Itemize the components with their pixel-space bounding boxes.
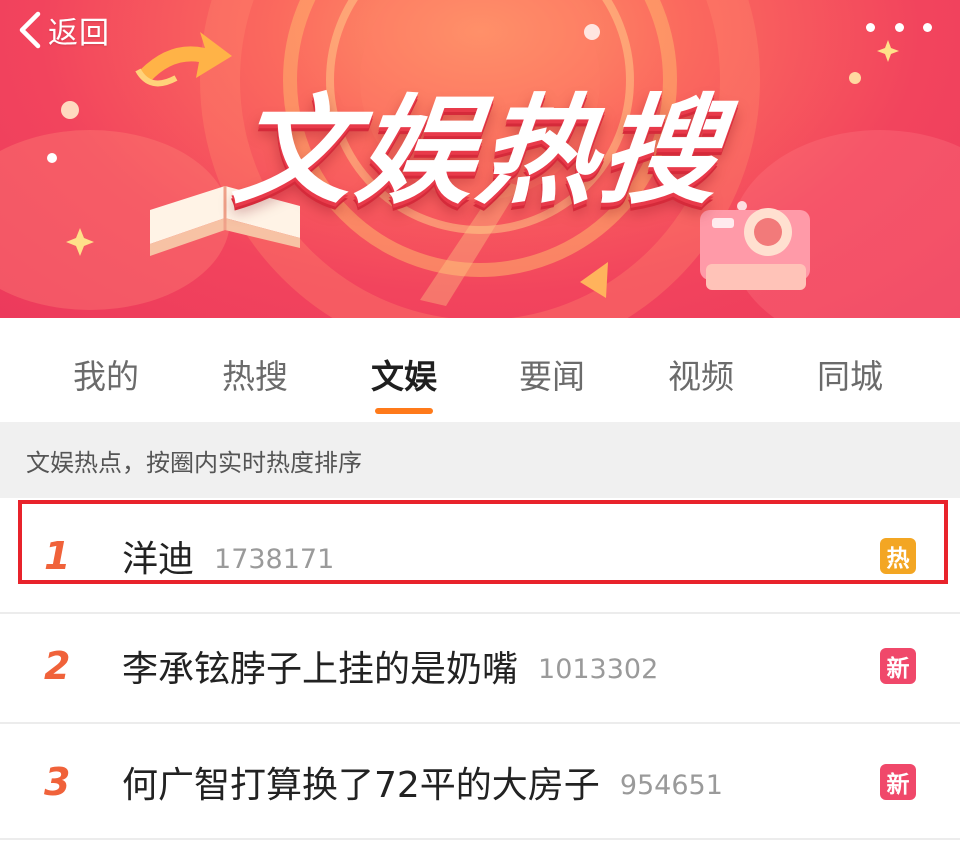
tab-hot-search[interactable]: 热搜 (195, 350, 315, 396)
tab-local[interactable]: 同城 (790, 350, 910, 396)
divider (0, 838, 960, 840)
heat-count: 1738171 (214, 544, 335, 575)
rank-number: 3 (44, 760, 71, 804)
more-dot (923, 22, 932, 32)
active-tab-indicator (375, 408, 433, 414)
more-dot (866, 22, 875, 32)
list-item[interactable]: 2 李承铉脖子上挂的是奶嘴 1013302 新 (0, 608, 960, 724)
list-item[interactable]: 3 何广智打算换了72平的大房子 954651 新 (0, 724, 960, 840)
list-description: 文娱热点，按圈内实时热度排序 (0, 422, 960, 498)
topic-title: 洋迪 (122, 539, 195, 580)
category-tabs: 我的 热搜 文娱 要闻 视频 同城 (0, 318, 960, 422)
banner: 返回 文娱热搜 (0, 0, 960, 318)
more-dots-icon[interactable] (866, 12, 932, 42)
heat-count: 1013302 (538, 654, 659, 685)
tab-mine[interactable]: 我的 (46, 350, 166, 396)
new-badge: 新 (880, 764, 916, 800)
topic-title: 李承铉脖子上挂的是奶嘴 (122, 649, 519, 690)
list-item[interactable]: 1 洋迪 1738171 热 (0, 498, 960, 614)
rank-number: 1 (44, 534, 71, 578)
topic-title-wrap: 何广智打算换了72平的大房子 954651 (122, 756, 723, 808)
rank-number: 2 (44, 644, 71, 688)
back-label: 返回 (48, 16, 110, 51)
topic-title: 何广智打算换了72平的大房子 (122, 765, 600, 806)
tab-video[interactable]: 视频 (641, 350, 761, 396)
chevron-left-icon (19, 11, 41, 49)
tab-news[interactable]: 要闻 (492, 350, 612, 396)
tab-entertainment[interactable]: 文娱 (344, 350, 464, 396)
banner-title: 文娱热搜 (227, 81, 731, 220)
new-badge: 新 (880, 648, 916, 684)
topic-title-wrap: 李承铉脖子上挂的是奶嘴 1013302 (122, 640, 658, 692)
hot-badge: 热 (880, 538, 916, 574)
more-dot (894, 22, 904, 32)
topic-title-wrap: 洋迪 1738171 (122, 530, 334, 582)
heat-count: 954651 (619, 770, 723, 801)
back-button[interactable]: 返回 (14, 6, 110, 54)
